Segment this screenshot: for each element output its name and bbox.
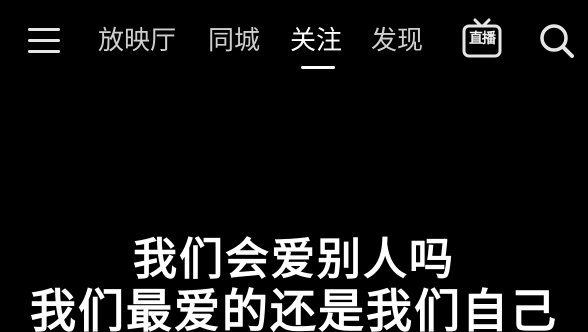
video-feed-screen: 放映厅 同城 关注 发现 直播 我们会爱别人吗 我们最爱的还是我们自己 (0, 0, 588, 332)
menu-icon-line (28, 39, 60, 42)
search-icon-glyph (540, 24, 574, 58)
tab-discover[interactable]: 发现 (371, 24, 423, 58)
top-navigation-bar: 放映厅 同城 关注 发现 直播 (0, 0, 588, 80)
active-tab-indicator (301, 66, 335, 69)
tab-following[interactable]: 关注 (290, 24, 342, 58)
live-label: 直播 (469, 31, 496, 47)
menu-icon[interactable] (28, 26, 62, 56)
video-caption-line-1: 我们会爱别人吗 (133, 234, 455, 285)
live-button[interactable]: 直播 (462, 18, 502, 60)
menu-icon-line (28, 28, 60, 31)
video-caption-line-2: 我们最爱的还是我们自己 (30, 284, 558, 332)
search-icon[interactable] (538, 22, 576, 60)
menu-icon-line (28, 50, 60, 53)
tab-nearby[interactable]: 同城 (208, 24, 260, 58)
tab-theater[interactable]: 放映厅 (98, 24, 176, 58)
